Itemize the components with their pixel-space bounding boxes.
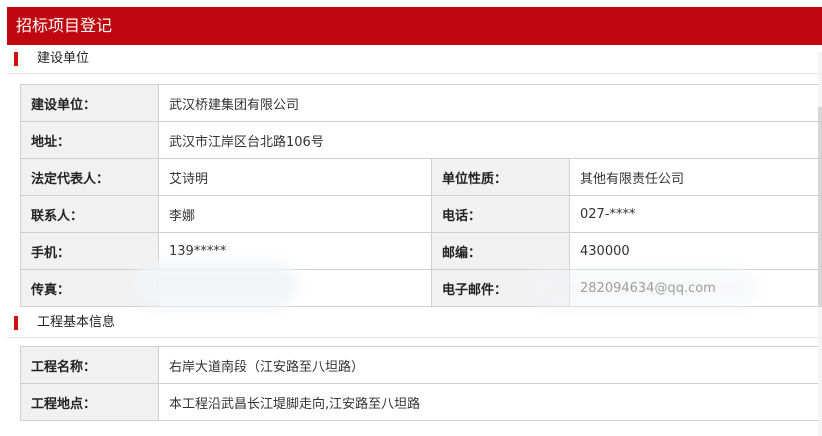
address-label: 地址： bbox=[20, 121, 159, 159]
phone-label: 电话： bbox=[431, 195, 570, 233]
contact-label: 联系人： bbox=[20, 195, 159, 233]
section-title-unit: 建设单位 bbox=[37, 51, 90, 66]
table-row: 工程名称： 右岸大道南段（江安路至八坦路） bbox=[20, 346, 819, 384]
watermark-smudge bbox=[137, 262, 297, 308]
unit-type-value: 其他有限责任公司 bbox=[568, 158, 820, 196]
phone-value: 027-**** bbox=[568, 195, 820, 233]
table-row: 地址： 武汉市江岸区台北路106号 bbox=[20, 121, 820, 159]
project-name-label: 工程名称： bbox=[20, 346, 159, 384]
address-value: 武汉市江岸区台北路106号 bbox=[157, 121, 820, 159]
unit-name-label: 建设单位： bbox=[20, 84, 159, 122]
section-title-project: 工程基本信息 bbox=[37, 315, 116, 330]
project-location-label: 工程地点： bbox=[20, 383, 159, 421]
section-marker bbox=[14, 316, 18, 330]
contact-value: 李娜 bbox=[158, 195, 432, 233]
legal-rep-label: 法定代表人： bbox=[20, 158, 159, 196]
project-info-table: 工程名称： 右岸大道南段（江安路至八坦路） 工程地点： 本工程沿武昌长江堤脚走向… bbox=[20, 346, 819, 421]
watermark-smudge bbox=[527, 269, 757, 309]
table-row: 手机： 139***** 邮编： 430000 bbox=[20, 232, 820, 270]
table-row: 建设单位： 武汉桥建集团有限公司 bbox=[20, 84, 820, 122]
page-frame: 招标项目登记 建设单位 建设单位： 武汉桥建集团有限公司 地址： 武汉市江岸区台… bbox=[7, 7, 822, 436]
postcode-value: 430000 bbox=[568, 232, 820, 270]
unit-name-value: 武汉桥建集团有限公司 bbox=[157, 84, 820, 122]
postcode-label: 邮编： bbox=[431, 232, 570, 270]
section-header-unit: 建设单位 bbox=[7, 45, 822, 74]
scrollbar-thumb[interactable] bbox=[818, 107, 822, 307]
page-title: 招标项目登记 bbox=[7, 7, 822, 45]
mobile-label: 手机： bbox=[20, 232, 159, 270]
project-location-value: 本工程沿武昌长江堤脚走向,江安路至八坦路 bbox=[158, 383, 819, 421]
legal-rep-value: 艾诗明 bbox=[158, 158, 432, 196]
project-name-value: 右岸大道南段（江安路至八坦路） bbox=[158, 346, 819, 384]
section-header-project: 工程基本信息 bbox=[7, 309, 822, 338]
section-marker bbox=[14, 52, 18, 66]
table-row: 工程地点： 本工程沿武昌长江堤脚走向,江安路至八坦路 bbox=[20, 383, 819, 421]
table-row: 法定代表人： 艾诗明 单位性质： 其他有限责任公司 bbox=[20, 158, 820, 196]
unit-type-label: 单位性质： bbox=[431, 158, 570, 196]
table-row: 联系人： 李娜 电话： 027-**** bbox=[20, 195, 820, 233]
